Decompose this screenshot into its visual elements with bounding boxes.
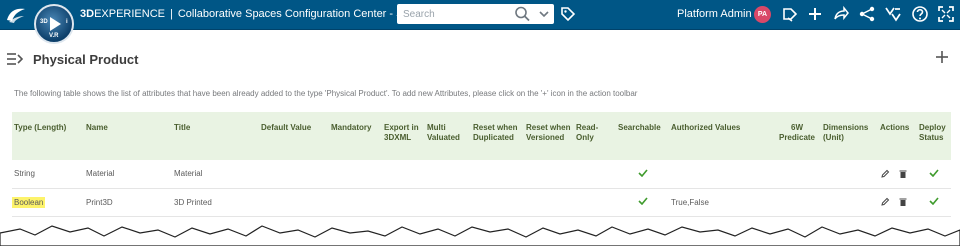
check-icon bbox=[637, 169, 648, 177]
column-header[interactable]: Export in 3DXML bbox=[382, 112, 425, 160]
column-header[interactable]: Deploy Status bbox=[917, 112, 951, 160]
column-header[interactable]: Dimensions (Unit) bbox=[821, 112, 878, 160]
expand-icon[interactable] bbox=[937, 5, 955, 23]
menu-icon[interactable] bbox=[7, 52, 23, 66]
cell-name: Material bbox=[84, 160, 172, 189]
cell-deploy-status bbox=[917, 160, 951, 189]
page-description: The following table shows the list of at… bbox=[14, 89, 638, 98]
cell-mandatory bbox=[329, 160, 382, 189]
search-icon[interactable] bbox=[514, 6, 532, 22]
compass-i-label: i bbox=[66, 19, 68, 25]
cell-default-value bbox=[259, 160, 329, 189]
cell-title: Material bbox=[172, 160, 259, 189]
cell-reset-versioned bbox=[524, 160, 574, 189]
column-header[interactable]: Type (Length) bbox=[12, 112, 84, 160]
user-name[interactable]: Platform Admin bbox=[677, 8, 752, 20]
apps-icon[interactable] bbox=[884, 5, 902, 23]
app-brand: 3DEXPERIENCE | Collaborative Spaces Config… bbox=[80, 8, 427, 20]
brand-experience: EXPERIENCE bbox=[94, 8, 165, 20]
column-header[interactable]: Authorized Values bbox=[669, 112, 773, 160]
column-header[interactable]: Title bbox=[172, 112, 259, 160]
cell-reset-duplicated bbox=[471, 160, 524, 189]
network-icon[interactable] bbox=[858, 5, 876, 23]
cell-dimensions bbox=[821, 160, 878, 189]
plus-icon[interactable] bbox=[806, 5, 824, 23]
check-icon bbox=[929, 169, 939, 177]
page-title: Physical Product bbox=[33, 52, 139, 67]
help-icon[interactable] bbox=[911, 5, 929, 23]
cell-actions bbox=[878, 160, 917, 189]
brand-separator: | bbox=[169, 8, 173, 20]
column-header[interactable]: 6W Predicate bbox=[773, 112, 821, 160]
torn-edge bbox=[0, 225, 960, 246]
compass-button[interactable]: 3D i V.R bbox=[34, 4, 74, 44]
compass-version: V.R bbox=[49, 33, 59, 39]
compass-3d-label: 3D bbox=[40, 19, 48, 25]
table-header-row: Type (Length) Name Title Default Value M… bbox=[12, 112, 951, 160]
column-header[interactable]: Reset when Duplicated bbox=[471, 112, 524, 160]
app-title: Collaborative Spaces Configuration Cente… bbox=[177, 8, 428, 20]
caret-down-icon[interactable] bbox=[536, 6, 552, 22]
brand-3d: 3D bbox=[80, 8, 95, 20]
column-header[interactable]: Reset when Versioned bbox=[524, 112, 574, 160]
cell-predicate bbox=[773, 160, 821, 189]
cell-searchable bbox=[616, 160, 669, 189]
edit-icon[interactable] bbox=[880, 169, 890, 179]
ds-logo-icon bbox=[7, 8, 25, 23]
column-header[interactable]: Searchable bbox=[616, 112, 669, 160]
cell-read-only bbox=[574, 160, 616, 189]
add-attribute-icon[interactable] bbox=[935, 50, 949, 64]
cell-multi-valuated bbox=[425, 160, 471, 189]
table-row[interactable]: String Material Material bbox=[12, 160, 951, 189]
column-header[interactable]: Mandatory bbox=[329, 112, 382, 160]
avatar[interactable]: PA bbox=[754, 6, 771, 23]
forward-icon[interactable] bbox=[832, 5, 850, 23]
column-header[interactable]: Read-Only bbox=[574, 112, 616, 160]
cell-type: String bbox=[12, 160, 84, 189]
column-header[interactable]: Actions bbox=[878, 112, 917, 160]
share-icon[interactable] bbox=[781, 5, 799, 23]
cell-export bbox=[382, 160, 425, 189]
tag-icon[interactable] bbox=[560, 5, 576, 23]
play-icon bbox=[50, 17, 61, 31]
column-header[interactable]: Multi Valuated bbox=[425, 112, 471, 160]
column-header[interactable]: Default Value bbox=[259, 112, 329, 160]
cell-authorized-values bbox=[669, 160, 773, 189]
trash-icon[interactable] bbox=[898, 169, 908, 179]
column-header[interactable]: Name bbox=[84, 112, 172, 160]
top-bar: 3DEXPERIENCE | Collaborative Spaces Config… bbox=[0, 0, 960, 30]
